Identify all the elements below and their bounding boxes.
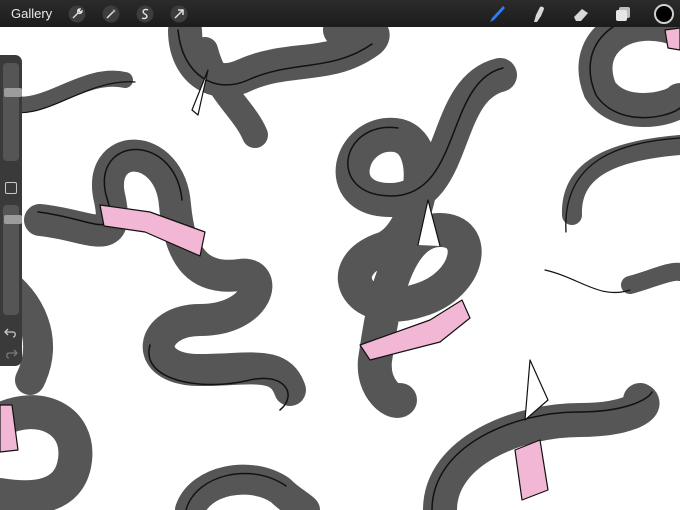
- brush-icon[interactable]: [486, 3, 508, 25]
- redo-icon[interactable]: [4, 348, 18, 360]
- opacity-slider[interactable]: [3, 205, 22, 315]
- eraser-icon[interactable]: [570, 3, 592, 25]
- undo-icon[interactable]: [4, 327, 18, 339]
- gallery-button[interactable]: Gallery: [11, 6, 52, 21]
- brush-size-thumb[interactable]: [4, 88, 22, 97]
- opacity-thumb[interactable]: [4, 215, 22, 224]
- snake-artwork: [0, 6, 680, 510]
- top-toolbar: Gallery: [0, 0, 680, 27]
- brush-size-slider[interactable]: [3, 63, 22, 161]
- drawing-canvas[interactable]: [0, 0, 680, 510]
- modify-button[interactable]: [5, 182, 17, 194]
- transform-arrow-icon[interactable]: [168, 3, 190, 25]
- magic-wand-icon[interactable]: [100, 3, 122, 25]
- wrench-icon[interactable]: [66, 3, 88, 25]
- left-sidebar: [0, 55, 22, 366]
- smudge-icon[interactable]: [528, 3, 550, 25]
- right-tool-group: [466, 0, 680, 27]
- layers-icon[interactable]: [612, 3, 634, 25]
- color-picker-button[interactable]: [654, 3, 674, 24]
- selection-icon[interactable]: [134, 3, 156, 25]
- snake-left: [24, 139, 306, 406]
